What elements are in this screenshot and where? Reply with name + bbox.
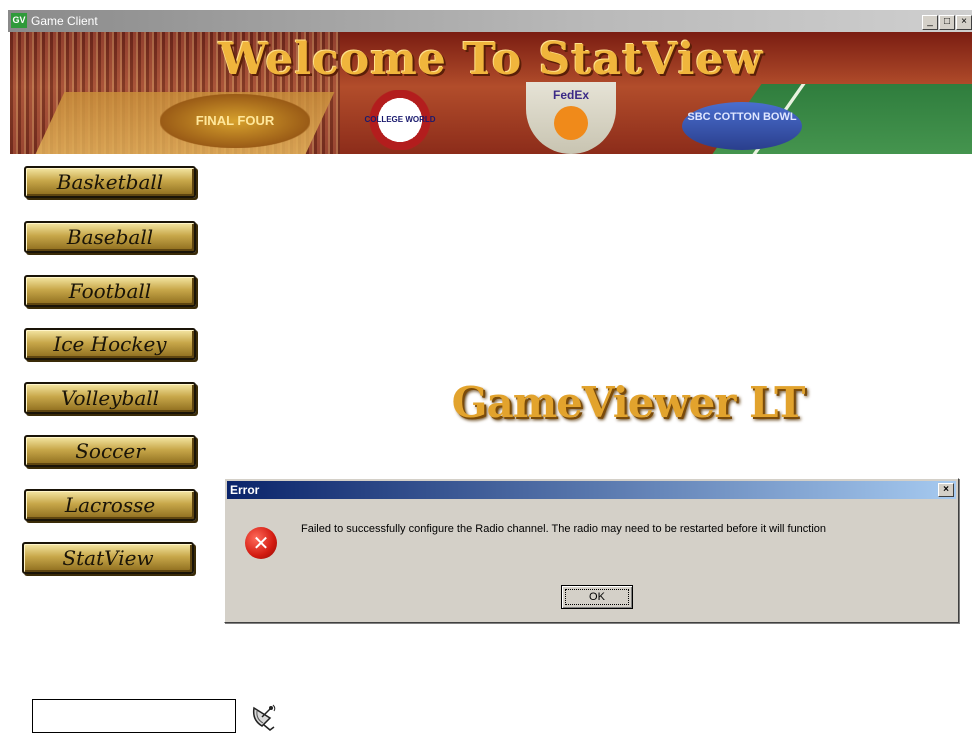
ok-button[interactable]: OK — [561, 585, 633, 609]
window-title: Game Client — [31, 14, 98, 28]
error-icon: ✕ — [245, 527, 277, 559]
error-dialog: Error × ✕ Failed to successfully configu… — [224, 478, 959, 623]
cotton-bowl-logo: SBC COTTON BOWL — [682, 102, 802, 150]
welcome-banner: FINAL FOUR COLLEGE WORLD SERIES FedEx SB… — [10, 32, 972, 154]
minimize-button[interactable]: _ — [922, 15, 938, 30]
close-button[interactable]: × — [956, 15, 972, 30]
college-world-series-logo: COLLEGE WORLD SERIES — [352, 90, 448, 150]
dialog-title-bar[interactable]: Error × — [227, 481, 956, 499]
window-controls: _ □ × — [921, 13, 972, 30]
nav-button-soccer[interactable]: Soccer — [24, 435, 196, 467]
nav-button-basketball[interactable]: Basketball — [24, 166, 196, 198]
nav-button-volleyball[interactable]: Volleyball — [24, 382, 196, 414]
dialog-close-button[interactable]: × — [938, 483, 954, 497]
satellite-dish-icon[interactable] — [248, 702, 278, 732]
radio-channel-input[interactable] — [32, 699, 236, 733]
app-logo-icon: GV — [11, 13, 27, 28]
nav-button-statview[interactable]: StatView — [22, 542, 194, 574]
maximize-button[interactable]: □ — [939, 15, 955, 30]
banner-headline: Welcome To StatView — [218, 34, 764, 85]
error-message: Failed to successfully configure the Rad… — [301, 523, 827, 535]
dialog-title: Error — [230, 483, 260, 497]
game-client-window: GV Game Client _ □ × FINAL FOUR COLLEGE WO… — [8, 10, 972, 735]
nav-button-ice-hockey[interactable]: Ice Hockey — [24, 328, 196, 360]
orange-bowl-logo: FedEx — [526, 82, 616, 154]
nav-button-lacrosse[interactable]: Lacrosse — [24, 489, 196, 521]
window-title-bar[interactable]: GV Game Client _ □ × — [8, 10, 972, 32]
final-four-logo: FINAL FOUR — [160, 94, 310, 148]
gameviewer-brand: GameViewer LT — [451, 378, 806, 427]
nav-button-football[interactable]: Football — [24, 275, 196, 307]
nav-button-baseball[interactable]: Baseball — [24, 221, 196, 253]
